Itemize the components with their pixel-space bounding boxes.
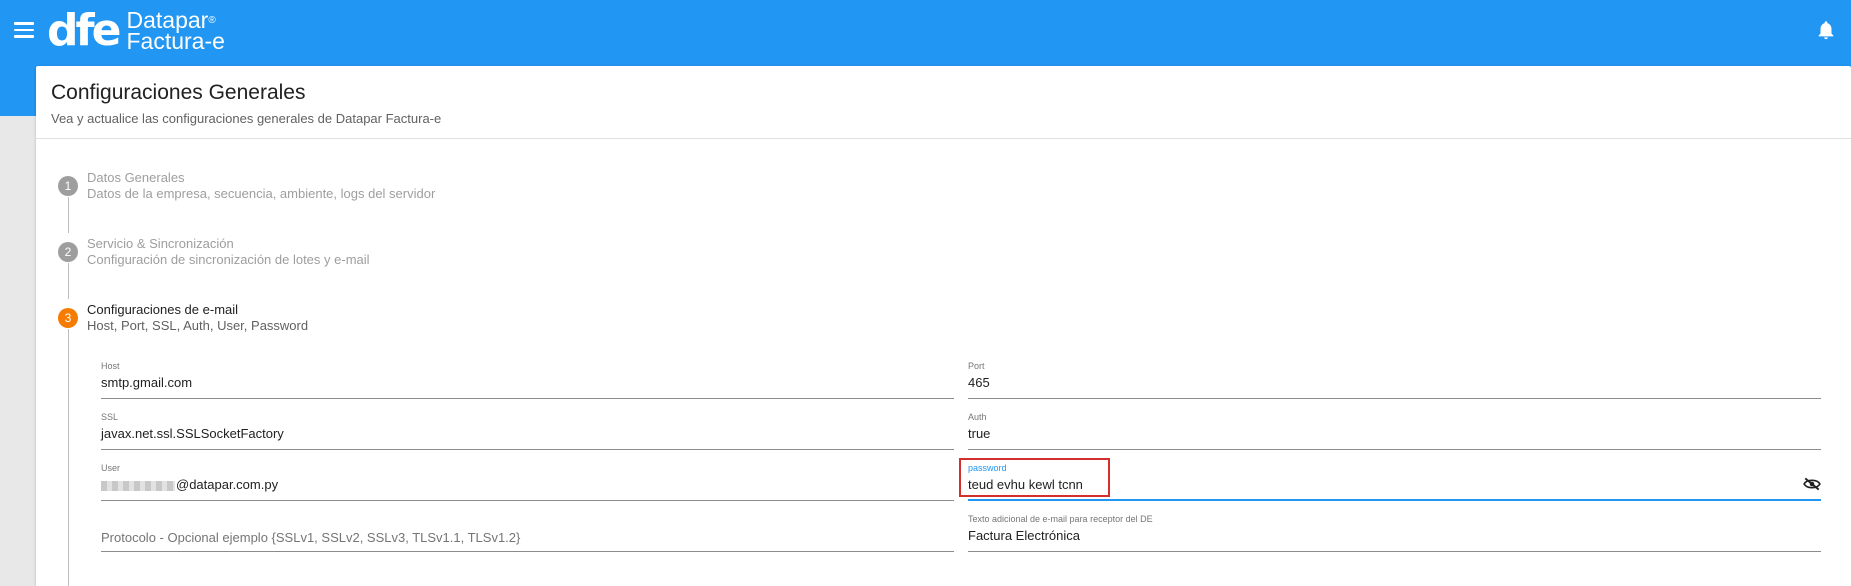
email-text-label: Texto adicional de e-mail para receptor … (968, 514, 1153, 524)
top-app-bar: dfe Datapar® Factura-e (0, 0, 1851, 66)
user-domain: @datapar.com.py (176, 477, 279, 492)
brand-name: Datapar® Factura-e (126, 9, 225, 54)
eye-off-icon[interactable] (1803, 477, 1821, 491)
host-field[interactable]: Host smtp.gmail.com (101, 361, 954, 399)
brand-line2: Factura-e (126, 28, 225, 54)
ssl-field[interactable]: SSL javax.net.ssl.SSLSocketFactory (101, 412, 954, 450)
user-input[interactable]: @datapar.com.py (101, 477, 278, 492)
user-field[interactable]: User @datapar.com.py (101, 463, 954, 501)
step-description: Host, Port, SSL, Auth, User, Password (87, 318, 309, 333)
step-number-2: 2 (58, 242, 78, 262)
email-text-field[interactable]: Texto adicional de e-mail para receptor … (968, 514, 1821, 552)
stepper-connector-3 (68, 329, 69, 586)
auth-input[interactable]: true (968, 426, 990, 441)
ssl-label: SSL (101, 412, 119, 422)
host-input[interactable]: smtp.gmail.com (101, 375, 192, 390)
auth-field[interactable]: Auth true (968, 412, 1821, 450)
step-title: Configuraciones de e-mail (87, 302, 239, 317)
password-highlight-box (959, 458, 1110, 497)
ssl-input[interactable]: javax.net.ssl.SSLSocketFactory (101, 426, 284, 441)
step-number-3: 3 (58, 308, 78, 328)
port-input[interactable]: 465 (968, 375, 990, 390)
logo-mark: dfe (47, 5, 122, 56)
protocol-input[interactable]: Protocolo - Opcional ejemplo {SSLv1, SSL… (101, 530, 520, 545)
protocol-field[interactable]: Protocolo - Opcional ejemplo {SSLv1, SSL… (101, 514, 954, 552)
menu-icon[interactable] (14, 22, 34, 38)
step-title: Servicio & Sincronización (87, 236, 234, 251)
stepper-connector-2 (68, 263, 69, 299)
bell-icon[interactable] (1815, 18, 1837, 42)
step-title: Datos Generales (87, 170, 185, 185)
host-label: Host (101, 361, 120, 371)
logo[interactable]: dfe Datapar® Factura-e (47, 8, 225, 54)
step-number-1: 1 (58, 176, 78, 196)
page-title: Configuraciones Generales (51, 81, 306, 104)
card-header: Configuraciones Generales Vea y actualic… (36, 66, 1851, 139)
port-field[interactable]: Port 465 (968, 361, 1821, 399)
stepper-connector-1 (68, 197, 69, 233)
step-description: Datos de la empresa, secuencia, ambiente… (87, 186, 436, 201)
settings-card: Configuraciones Generales Vea y actualic… (36, 66, 1851, 586)
user-label: User (101, 463, 121, 473)
port-label: Port (968, 361, 985, 371)
page-subtitle: Vea y actualice las configuraciones gene… (51, 111, 442, 126)
email-text-input[interactable]: Factura Electrónica (968, 528, 1080, 543)
step-description: Configuración de sincronización de lotes… (87, 252, 370, 267)
redacted-username (101, 480, 175, 491)
registered-mark: ® (208, 15, 216, 26)
auth-label: Auth (968, 412, 987, 422)
